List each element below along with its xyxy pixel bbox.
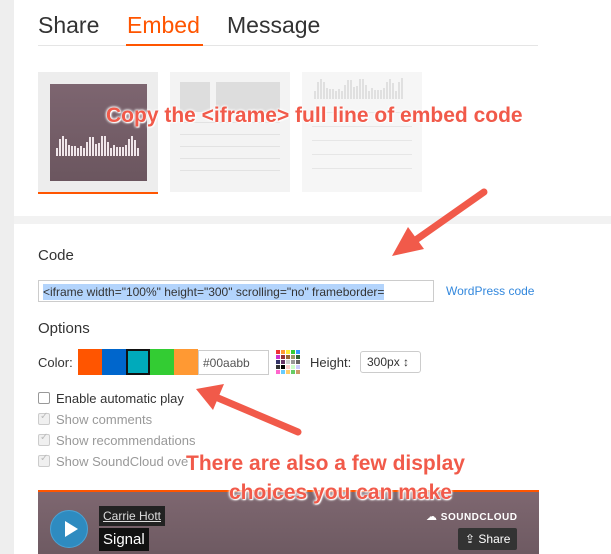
arrow-to-code-icon bbox=[392, 188, 488, 256]
arrow-to-options-icon bbox=[196, 384, 302, 436]
annotation-display-choices: There are also a few display choices you… bbox=[186, 449, 465, 507]
annotation-line-2: choices you can make bbox=[229, 481, 452, 504]
annotation-line-1: There are also a few display bbox=[186, 452, 465, 475]
annotation-copy-iframe: Copy the <iframe> full line of embed cod… bbox=[106, 104, 523, 127]
